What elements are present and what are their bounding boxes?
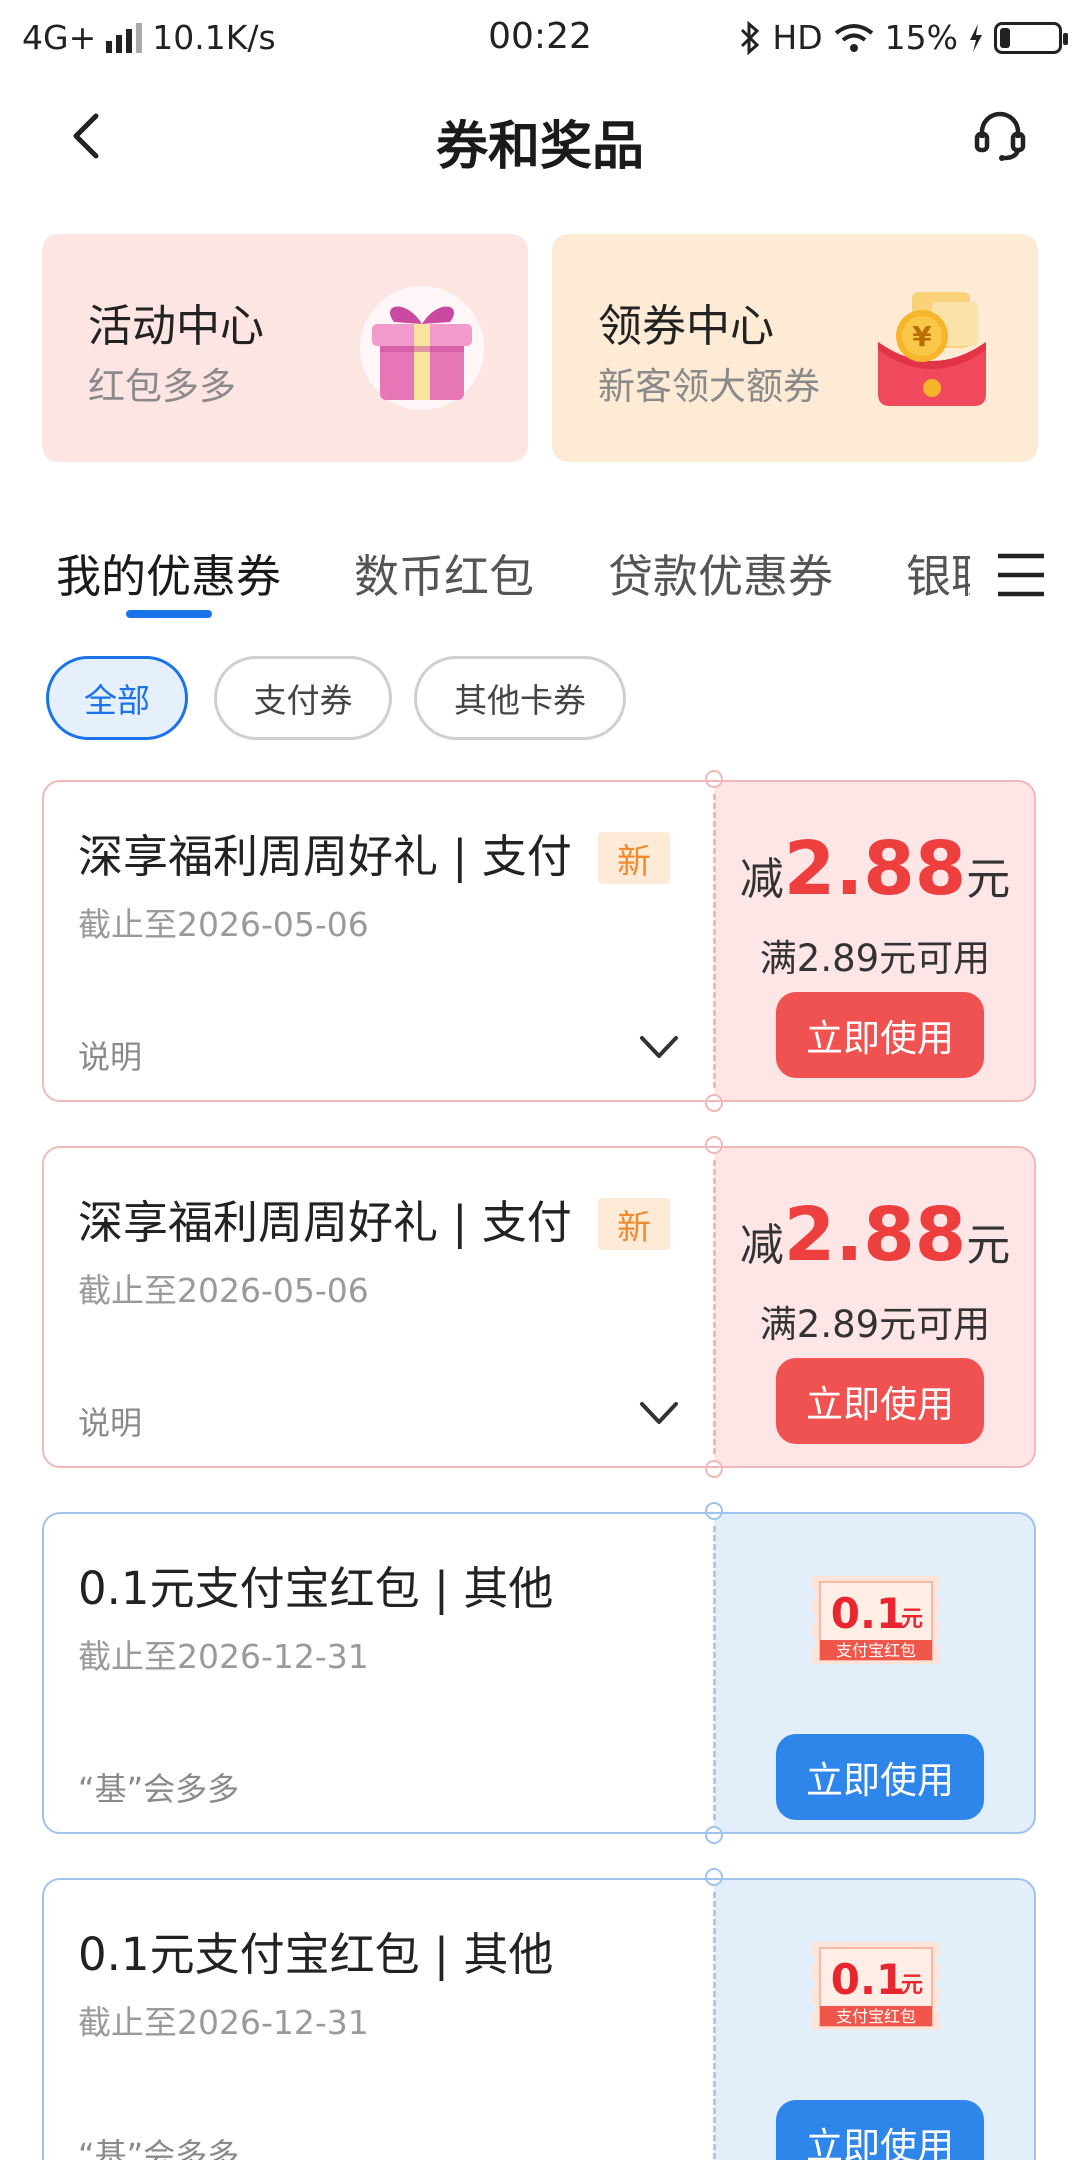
coupon-card[interactable]: 0.1 元 支付宝红包 立即使用 0.1元支付宝红包 | 其他 截止至2026-… xyxy=(42,1868,1036,2160)
bluetooth-icon xyxy=(741,20,760,55)
filter-all[interactable]: 全部 xyxy=(46,656,188,740)
coupon-center-subtitle: 新客领大额券 xyxy=(598,365,820,408)
coupon-card[interactable]: 减2.88元 满2.89元可用 立即使用 深享福利周周好礼 | 支付 新 截止至… xyxy=(42,1136,1036,1478)
coupon-name: 深享福利周周好礼 | 支付 xyxy=(78,830,572,883)
svg-text:元: 元 xyxy=(901,1973,923,1998)
hd-label: HD xyxy=(772,18,823,57)
coupon-description-link[interactable]: 说明 xyxy=(78,1032,142,1078)
svg-text:0.1: 0.1 xyxy=(831,1589,905,1638)
customer-service-icon[interactable] xyxy=(970,106,1030,166)
filter-other-coupons[interactable]: 其他卡券 xyxy=(414,656,626,740)
battery-icon xyxy=(994,21,1068,54)
coupon-expiry: 截止至2026-05-06 xyxy=(78,905,369,944)
wifi-icon xyxy=(834,23,873,52)
battery-percent: 15% xyxy=(884,18,958,57)
coupon-center-card[interactable]: 领券中心 新客领大额券 ¥ xyxy=(552,234,1038,462)
coupon-card[interactable]: 0.1 元 支付宝红包 立即使用 0.1元支付宝红包 | 其他 截止至2026-… xyxy=(42,1502,1036,1844)
use-now-button[interactable]: 立即使用 xyxy=(776,2100,984,2160)
coupon-name: 深享福利周周好礼 | 支付 xyxy=(78,1196,572,1249)
page-title: 券和奖品 xyxy=(435,117,644,177)
activity-center-card[interactable]: 活动中心 红包多多 xyxy=(42,234,528,462)
alipay-red-packet-image: 0.1 元 支付宝红包 xyxy=(812,1576,940,1664)
coupon-expiry: 截止至2026-12-31 xyxy=(78,2003,369,2042)
tab-digital-red-packet[interactable]: 数币红包 xyxy=(354,540,534,605)
coupon-expiry: 截止至2026-05-06 xyxy=(78,1271,369,1310)
svg-text:0.1: 0.1 xyxy=(831,1955,905,2004)
activity-center-subtitle: 红包多多 xyxy=(88,365,236,408)
svg-text:元: 元 xyxy=(901,1607,923,1632)
svg-text:¥: ¥ xyxy=(912,320,932,353)
status-bar: 4G+ 10.1K/s 00:22 HD 15% xyxy=(0,0,1080,76)
coupon-center-title: 领券中心 xyxy=(598,301,774,352)
use-now-button[interactable]: 立即使用 xyxy=(776,992,984,1078)
coupon-condition: 满2.89元可用 xyxy=(759,1303,991,1346)
active-tab-indicator xyxy=(126,610,212,618)
gift-box-icon xyxy=(360,286,484,410)
coupon-card[interactable]: 减2.88元 满2.89元可用 立即使用 深享福利周周好礼 | 支付 新 截止至… xyxy=(42,770,1036,1112)
new-badge: 新 xyxy=(598,1198,670,1250)
svg-text:支付宝红包: 支付宝红包 xyxy=(836,2007,916,2026)
coupon-discount: 减2.88元 xyxy=(739,1192,1011,1278)
red-envelope-coin-icon: ¥ xyxy=(878,292,986,406)
coupon-condition: 满2.89元可用 xyxy=(759,937,991,980)
alipay-red-packet-image: 0.1 元 支付宝红包 xyxy=(812,1942,940,2030)
coupon-name: 0.1元支付宝红包 | 其他 xyxy=(78,1562,554,1615)
coupon-name: 0.1元支付宝红包 | 其他 xyxy=(78,1928,554,1981)
use-now-button[interactable]: 立即使用 xyxy=(776,1734,984,1820)
coupon-tag: “基”会多多 xyxy=(78,1770,240,1808)
svg-text:支付宝红包: 支付宝红包 xyxy=(836,1641,916,1660)
nav-bar: 券和奖品 xyxy=(0,86,1080,186)
coupon-discount: 减2.88元 xyxy=(739,826,1011,912)
use-now-button[interactable]: 立即使用 xyxy=(776,1358,984,1444)
menu-icon[interactable] xyxy=(996,550,1046,600)
coupon-tag: “基”会多多 xyxy=(78,2136,240,2160)
new-badge: 新 xyxy=(598,832,670,884)
chevron-down-icon[interactable] xyxy=(636,1396,682,1430)
coupon-expiry: 截止至2026-12-31 xyxy=(78,1637,369,1676)
activity-center-title: 活动中心 xyxy=(88,301,264,352)
coupon-description-link[interactable]: 说明 xyxy=(78,1398,142,1444)
tab-loan-coupons[interactable]: 贷款优惠券 xyxy=(608,540,833,605)
charging-icon xyxy=(970,23,982,52)
tab-my-coupons[interactable]: 我的优惠券 xyxy=(56,540,281,605)
chevron-down-icon[interactable] xyxy=(636,1030,682,1064)
category-tabs: 我的优惠券 数币红包 贷款优惠券 银联 xyxy=(0,530,1080,630)
filter-payment-coupons[interactable]: 支付券 xyxy=(214,656,392,740)
